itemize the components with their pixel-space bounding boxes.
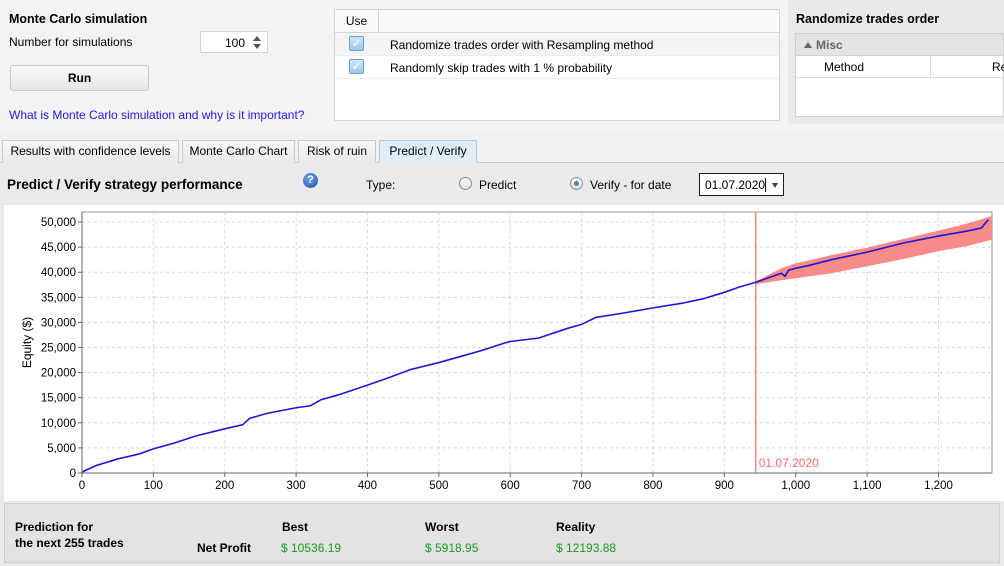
net-profit-label: Net Profit [197,541,251,555]
verify-date-value[interactable]: 01.07.2020 [705,178,765,192]
y-tick-label: 45,000 [41,242,76,254]
x-tick-label: 600 [501,480,520,492]
checkbox-skip-trades[interactable]: ✓ [349,59,364,74]
x-tick-label: 500 [429,480,448,492]
x-tick-label: 200 [215,480,234,492]
y-tick-label: 40,000 [41,267,76,279]
reality-header: Reality [556,520,596,534]
monte-carlo-help-link[interactable]: What is Monte Carlo simulation and why i… [9,108,304,122]
checkbox-resampling[interactable]: ✓ [349,36,364,51]
radio-verify-label[interactable]: Verify - for date [590,178,671,192]
best-header: Best [282,520,309,534]
x-tick-label: 800 [643,480,662,492]
simulations-count-label: Number for simulations [9,35,133,49]
y-tick-label: 10,000 [41,418,76,430]
dropdown-arrow-icon[interactable] [772,183,778,188]
tab-risk-of-ruin[interactable]: Risk of ruin [298,140,376,163]
worst-header: Worst [425,520,459,534]
y-tick-label: 5,000 [47,443,76,455]
prediction-summary: Prediction for the next 255 trades Best … [4,503,1000,563]
settings-area: Monte Carlo simulation Number for simula… [0,0,1004,132]
simulations-count-stepper[interactable]: 100 [200,31,268,53]
option-row-skip-trades[interactable]: ✓ Randomly skip trades with 1 % probabil… [335,56,779,79]
y-tick-label: 20,000 [41,368,76,380]
use-column-header[interactable]: Use [335,10,379,32]
verify-date-label: 01.07.2020 [759,456,819,470]
tab-results-confidence[interactable]: Results with confidence levels [2,140,179,163]
x-tick-label: 900 [715,480,734,492]
property-key: Method [824,60,865,74]
tab-predict-verify[interactable]: Predict / Verify [379,140,477,164]
randomize-panel-title: Randomize trades order [796,12,940,26]
predict-verify-panel: Predict / Verify strategy performance ? … [0,163,1004,566]
run-button[interactable]: Run [10,65,149,91]
reality-net-profit-value: $ 12193.88 [556,541,617,555]
y-axis-label: Equity ($) [20,317,34,368]
x-tick-label: 1,200 [924,480,953,492]
equity-chart-svg: 01.07.2020 0 5,000 10,000 15,000 20,000 25,000… [20,211,993,492]
radio-predict-label[interactable]: Predict [479,178,516,192]
x-tick-label: 300 [287,480,306,492]
equity-chart: 01.07.2020 0 5,000 10,000 15,000 20,000 25,000… [4,205,1004,501]
x-tick-label: 1,000 [781,480,810,492]
property-divider [930,56,931,78]
y-tick-label: 0 [70,468,76,480]
page-title: Predict / Verify strategy performance [7,177,243,192]
radio-predict[interactable] [459,177,472,190]
stepper-down-icon[interactable] [253,44,261,49]
property-value[interactable]: Re [992,60,1004,74]
x-tick-label: 400 [358,480,377,492]
radio-verify[interactable] [570,177,583,190]
property-group-label: Misc [816,38,843,52]
option-label-skip-trades: Randomly skip trades with 1 % probabilit… [390,61,613,75]
y-tick-label: 35,000 [41,292,76,304]
verify-date-combobox[interactable]: 01.07.2020 [699,173,784,196]
option-row-resampling[interactable]: ✓ Randomize trades order with Resampling… [335,33,779,56]
y-tick-label: 50,000 [41,217,76,229]
table-header: Use [335,10,779,33]
property-grid: Misc Method Re [795,33,1004,117]
prediction-label-line1: Prediction for [15,520,94,534]
prediction-label-line2: the next 255 trades [15,536,124,550]
property-group-misc[interactable]: Misc [796,34,1003,56]
worst-net-profit-value: $ 5918.95 [425,541,479,555]
y-tick-label: 30,000 [41,317,76,329]
help-icon[interactable]: ? [303,173,318,188]
x-tick-label: 700 [572,480,591,492]
property-row-method[interactable]: Method Re [796,56,1004,78]
randomization-options-table: Use ✓ Randomize trades order with Resamp… [334,9,780,121]
collapse-triangle-icon[interactable] [804,42,812,48]
x-tick-label: 100 [144,480,163,492]
best-net-profit-value: $ 10536.19 [281,541,342,555]
option-label-resampling: Randomize trades order with Resampling m… [390,38,654,52]
stepper-arrows-icon[interactable] [251,34,263,50]
simulations-count-value[interactable]: 100 [225,36,245,50]
randomize-properties-panel: Randomize trades order Misc Method Re [788,0,1004,124]
tab-monte-carlo-chart[interactable]: Monte Carlo Chart [182,140,295,163]
results-tabs: Results with confidence levels Monte Car… [0,132,1004,164]
stepper-up-icon[interactable] [253,36,261,41]
y-tick-label: 15,000 [41,393,76,405]
y-tick-label: 25,000 [41,343,76,355]
monte-carlo-title: Monte Carlo simulation [9,12,148,26]
x-tick-label: 0 [79,480,85,492]
text-caret [765,178,766,192]
x-tick-label: 1,100 [853,480,882,492]
type-label: Type: [366,178,396,192]
